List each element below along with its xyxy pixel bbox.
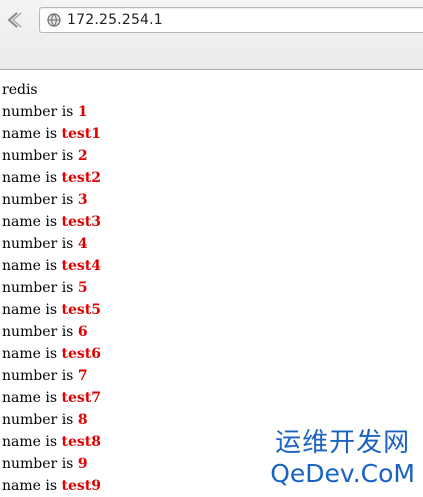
- name-value: test4: [61, 258, 101, 274]
- name-value: test5: [61, 302, 101, 318]
- number-value: 7: [77, 368, 88, 384]
- name-line: name is test4: [2, 255, 101, 277]
- number-label: number is: [2, 280, 78, 296]
- watermark-chinese: 运维开发网: [275, 428, 411, 458]
- name-line: name is test5: [2, 299, 101, 321]
- name-label: name is: [2, 478, 62, 494]
- name-value: test7: [61, 390, 101, 406]
- number-label: number is: [2, 104, 78, 120]
- watermark-english: QeDev.CoM: [270, 459, 415, 488]
- name-value: test9: [61, 478, 101, 494]
- number-line: number is 9: [2, 453, 101, 475]
- number-value: 4: [77, 236, 88, 252]
- name-line: name is test9: [2, 475, 101, 497]
- name-label: name is: [2, 302, 62, 318]
- name-line: name is test8: [2, 431, 101, 453]
- number-line: number is 3: [2, 189, 101, 211]
- name-line: name is test6: [2, 343, 101, 365]
- number-label: number is: [2, 148, 78, 164]
- number-label: number is: [2, 456, 78, 472]
- number-value: 5: [77, 280, 88, 296]
- number-value: 2: [77, 148, 88, 164]
- number-line: number is 1: [2, 101, 101, 123]
- number-label: number is: [2, 192, 78, 208]
- name-line: name is test3: [2, 211, 101, 233]
- name-label: name is: [2, 346, 62, 362]
- url-bar[interactable]: 172.25.254.1: [39, 7, 423, 33]
- number-value: 6: [77, 324, 88, 340]
- number-label: number is: [2, 324, 78, 340]
- name-value: test1: [61, 126, 101, 142]
- number-label: number is: [2, 236, 78, 252]
- browser-toolbar: 172.25.254.1: [0, 0, 423, 70]
- name-value: test3: [61, 214, 101, 230]
- page-heading: redis: [2, 82, 38, 98]
- name-value: test2: [61, 170, 101, 186]
- number-value: 8: [77, 412, 88, 428]
- page-content: redis number is 1 name is test1 number is …: [2, 79, 101, 497]
- name-line: name is test2: [2, 167, 101, 189]
- globe-icon: [47, 13, 61, 27]
- number-value: 1: [77, 104, 88, 120]
- number-line: number is 6: [2, 321, 101, 343]
- number-line: number is 8: [2, 409, 101, 431]
- number-label: number is: [2, 368, 78, 384]
- name-line: name is test7: [2, 387, 101, 409]
- number-line: number is 4: [2, 233, 101, 255]
- url-text: 172.25.254.1: [67, 12, 163, 28]
- number-line: number is 2: [2, 145, 101, 167]
- name-label: name is: [2, 214, 62, 230]
- number-label: number is: [2, 412, 78, 428]
- name-label: name is: [2, 390, 62, 406]
- number-line: number is 5: [2, 277, 101, 299]
- back-button[interactable]: [0, 5, 30, 35]
- number-line: number is 7: [2, 365, 101, 387]
- name-label: name is: [2, 258, 62, 274]
- name-value: test6: [61, 346, 101, 362]
- name-line: name is test1: [2, 123, 101, 145]
- name-label: name is: [2, 434, 62, 450]
- name-value: test8: [61, 434, 101, 450]
- number-value: 9: [77, 456, 88, 472]
- back-arrow-icon: [7, 12, 22, 28]
- name-label: name is: [2, 170, 62, 186]
- record-list: number is 1 name is test1 number is 2 name …: [2, 101, 101, 497]
- name-label: name is: [2, 126, 62, 142]
- watermark-logo: 运维开发网 QeDev.CoM: [270, 428, 415, 490]
- number-value: 3: [77, 192, 88, 208]
